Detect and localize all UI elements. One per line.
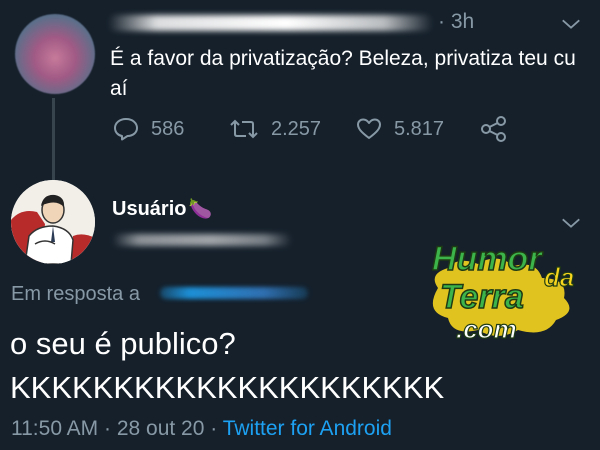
reply-text-line-2: KKKKKKKKKKKKKKKKKKKKK (10, 370, 445, 405)
redacted-author-handle (112, 234, 292, 246)
reply-to-label: Em resposta a (11, 283, 140, 305)
retweet-button[interactable]: 2.257 (229, 117, 321, 141)
avatar-reply-author[interactable] (11, 180, 95, 264)
avatar-original-author[interactable] (15, 14, 95, 94)
tweet-time[interactable]: · 3h (438, 10, 474, 34)
share-icon (481, 116, 506, 142)
heart-icon (357, 118, 381, 139)
retweet-count: 2.257 (271, 117, 322, 140)
display-name: Usuário (112, 197, 187, 220)
reply-icon (114, 118, 138, 141)
watermark-word-humor: Humor (432, 240, 543, 278)
reply-count: 586 (151, 117, 185, 140)
humor-da-terra-watermark-logo: Humor da Terra .com (431, 239, 575, 344)
tweet-timestamp: 11:50 AM · 28 out 20 · (11, 417, 223, 440)
reply-button[interactable]: 586 (113, 117, 184, 141)
reply-author-name[interactable]: Usuário 🍆 (112, 197, 212, 221)
share-button[interactable] (480, 116, 520, 142)
watermark-word-com: .com (456, 314, 517, 344)
tweet-source-link[interactable]: Twitter for Android (223, 417, 392, 440)
like-count: 5.817 (394, 117, 445, 140)
thread-connector-line (52, 98, 55, 182)
redacted-author-name (108, 15, 433, 31)
redacted-reply-to-handle[interactable] (160, 287, 308, 299)
tweet-metadata: 11:50 AM · 28 out 20 · Twitter for Andro… (11, 417, 392, 441)
eggplant-emoji-icon: 🍆 (188, 199, 213, 220)
watermark-word-da: da (544, 262, 574, 292)
cartoon-man-avatar-icon (11, 180, 95, 264)
original-tweet-text: É a favor da privatização? Beleza, priva… (110, 47, 576, 100)
chevron-down-icon[interactable] (560, 13, 582, 35)
like-button[interactable]: 5.817 (356, 117, 444, 141)
watermark-word-terra: Terra (440, 278, 524, 316)
retweet-icon (230, 119, 258, 139)
